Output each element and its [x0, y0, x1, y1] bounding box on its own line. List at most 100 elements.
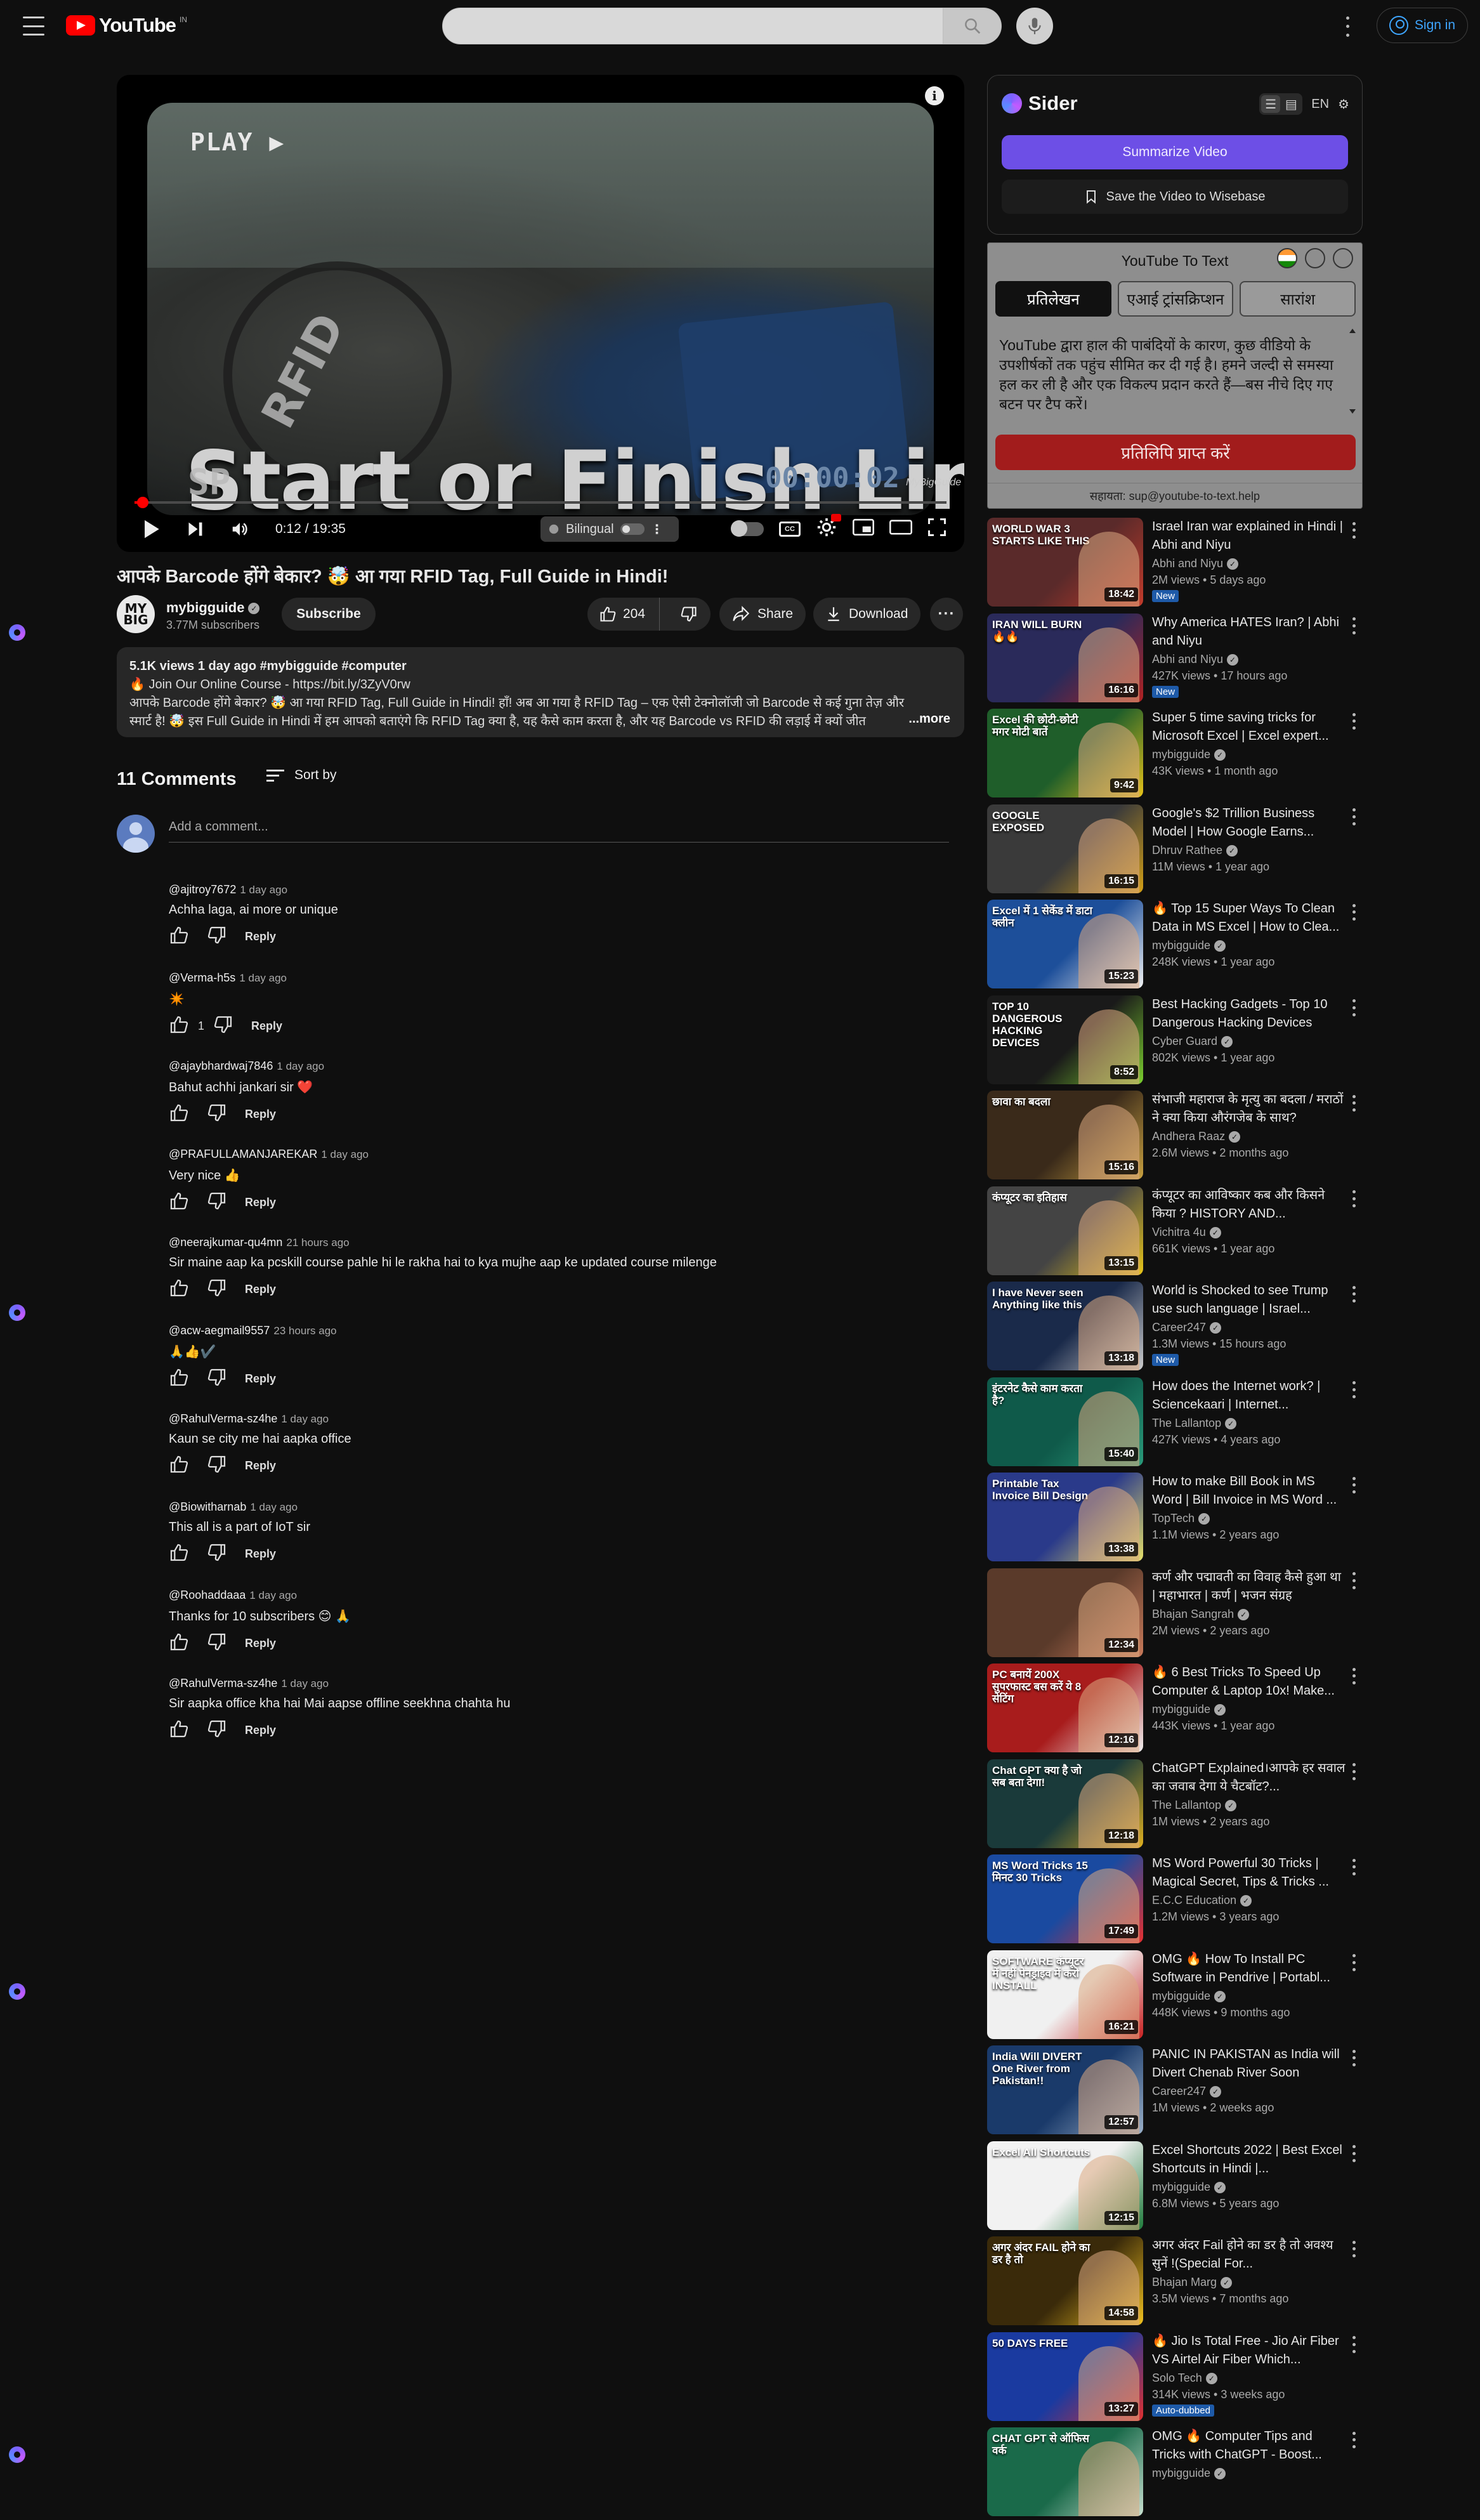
autoplay-toggle[interactable] [731, 520, 764, 537]
settings-button[interactable] [816, 514, 841, 542]
recommended-video[interactable]: SOFTWARE कंप्यूटर में नहीं पेनड्राइव में… [987, 1950, 1480, 2043]
comment-reply-button[interactable]: Reply [245, 930, 276, 943]
comment-reply-button[interactable]: Reply [245, 1283, 276, 1296]
recommended-channel[interactable]: Abhi and Niyu ✓ [1152, 653, 1239, 666]
recommended-video[interactable]: Excel की छोटी-छोटी मगर मोटी बातें 9:42 Sup… [987, 709, 1480, 801]
dislike-button[interactable] [667, 598, 711, 631]
recommended-title[interactable]: Google's $2 Trillion Business Model | Ho… [1152, 804, 1346, 841]
video-thumbnail[interactable]: I have Never seen Anything like this 13:1… [987, 1282, 1143, 1370]
video-thumbnail[interactable]: GOOGLE EXPOSED 16:15 [987, 804, 1143, 893]
comment-reply-button[interactable]: Reply [251, 1020, 282, 1033]
recommended-video[interactable]: कंप्यूटर का इतिहास 13:15 कंप्यूटर का आविष्… [987, 1186, 1480, 1279]
tab-ai-transcription[interactable]: एआई ट्रांसक्रिप्शन [1117, 281, 1234, 317]
recommended-channel[interactable]: Bhajan Marg ✓ [1152, 2276, 1233, 2289]
video-thumbnail[interactable]: छावा का बदला 15:16 [987, 1091, 1143, 1179]
channel-name[interactable]: mybigguide ✓ [166, 600, 260, 616]
recommended-title[interactable]: How to make Bill Book in MS Word | Bill … [1152, 1473, 1346, 1509]
video-options-icon[interactable] [1347, 520, 1360, 541]
recommended-title[interactable]: 🔥 Top 15 Super Ways To Clean Data in MS … [1152, 900, 1346, 936]
video-options-icon[interactable] [1347, 616, 1360, 636]
comment-author[interactable]: @acw-aegmail9557 [169, 1324, 270, 1337]
video-options-icon[interactable] [1347, 807, 1360, 827]
sider-floating-icon[interactable] [9, 624, 25, 641]
comment-like-button[interactable] [169, 1367, 189, 1391]
recommended-video[interactable]: WORLD WAR 3 STARTS LIKE THIS 18:42 Israel … [987, 518, 1480, 610]
download-button[interactable]: Download [813, 598, 921, 631]
fullscreen-button[interactable] [927, 518, 946, 541]
video-options-icon[interactable] [1347, 902, 1360, 922]
theater-mode-button[interactable] [889, 519, 912, 539]
recommended-channel[interactable]: Cyber Guard ✓ [1152, 1035, 1233, 1048]
summarize-video-button[interactable]: Summarize Video [1002, 135, 1348, 169]
recommended-channel[interactable]: Dhruv Rathee ✓ [1152, 844, 1238, 857]
voice-search-button[interactable] [1016, 8, 1053, 44]
comment-like-button[interactable] [169, 1014, 189, 1038]
recommended-title[interactable]: OMG 🔥 Computer Tips and Tricks with Chat… [1152, 2427, 1346, 2464]
youtube-logo[interactable]: YouTube IN [66, 14, 187, 37]
comment-like-button[interactable] [169, 1191, 189, 1214]
recommended-title[interactable]: OMG 🔥 How To Install PC Software in Pend… [1152, 1950, 1346, 1987]
video-options-icon[interactable] [1347, 1475, 1360, 1495]
save-to-wisebase-button[interactable]: Save the Video to Wisebase [1002, 180, 1348, 214]
recommended-channel[interactable]: TopTech ✓ [1152, 1512, 1210, 1525]
recommended-video[interactable]: 50 DAYS FREE 13:27 🔥 Jio Is Total Free - J… [987, 2332, 1480, 2425]
comment-dislike-button[interactable] [207, 1103, 227, 1126]
video-options-icon[interactable] [1347, 1380, 1360, 1400]
info-icon[interactable]: i [925, 86, 944, 105]
comment-reply-button[interactable]: Reply [245, 1724, 276, 1737]
video-thumbnail[interactable]: 12:34 [987, 1568, 1143, 1657]
progress-bar[interactable] [134, 497, 946, 508]
sider-floating-icon[interactable] [9, 2446, 25, 2463]
recommended-channel[interactable]: Career247 ✓ [1152, 1321, 1222, 1334]
menu-icon[interactable] [23, 16, 44, 36]
comment-time[interactable]: 1 day ago [281, 1413, 329, 1425]
recommended-video[interactable]: IRAN WILL BURN 🔥🔥 16:16 Why America HATES … [987, 613, 1480, 706]
recommended-video[interactable]: I have Never seen Anything like this 13:1… [987, 1282, 1480, 1374]
comment-time[interactable]: 1 day ago [239, 972, 287, 984]
video-thumbnail[interactable]: MS Word Tricks 15 मिनट 30 Tricks 17:49 [987, 1854, 1143, 1943]
eye-icon[interactable] [1305, 248, 1325, 268]
video-options-icon[interactable] [1347, 1093, 1360, 1113]
add-comment-input[interactable]: Add a comment... [169, 817, 949, 843]
comment-reply-button[interactable]: Reply [245, 1372, 276, 1386]
comment-author[interactable]: @RahulVerma-sz4he [169, 1412, 277, 1425]
bilingual-more-icon[interactable]: ⋮ [651, 522, 664, 537]
recommended-channel[interactable]: Bhajan Sangrah ✓ [1152, 1608, 1250, 1621]
recommended-channel[interactable]: The Lallantop ✓ [1152, 1799, 1237, 1812]
recommended-video[interactable]: CHAT GPT से ऑफिस वर्क OMG 🔥 Computer Tips… [987, 2427, 1480, 2520]
video-thumbnail[interactable]: CHAT GPT से ऑफिस वर्क [987, 2427, 1143, 2516]
video-options-icon[interactable] [1347, 1666, 1360, 1686]
recommended-video[interactable]: 12:34 कर्ण और पद्मावती का विवाह कैसे हुआ … [987, 1568, 1480, 1661]
comment-dislike-button[interactable] [213, 1014, 233, 1038]
video-options-icon[interactable] [1347, 1857, 1360, 1877]
recommended-title[interactable]: PANIC IN PAKISTAN as India will Divert C… [1152, 2045, 1346, 2082]
recommended-title[interactable]: अगर अंदर Fail होने का डर है तो अवश्य सुन… [1152, 2236, 1346, 2273]
video-thumbnail[interactable]: 50 DAYS FREE 13:27 [987, 2332, 1143, 2421]
recommended-video[interactable]: Excel में 1 सेकेंड में डाटा क्लीन 15:23 🔥 … [987, 900, 1480, 992]
progress-scrubber[interactable] [137, 497, 149, 508]
video-options-icon[interactable] [1347, 1284, 1360, 1304]
captions-button[interactable]: CC [779, 522, 801, 537]
recommended-video[interactable]: GOOGLE EXPOSED 16:15 Google's $2 Trillion … [987, 804, 1480, 897]
comment-time[interactable]: 21 hours ago [286, 1237, 349, 1249]
comment-author[interactable]: @ajaybhardwaj7846 [169, 1060, 273, 1072]
recommended-channel[interactable]: mybigguide ✓ [1152, 2467, 1226, 2480]
comment-author[interactable]: @PRAFULLAMANJAREKAR [169, 1148, 317, 1160]
recommended-video[interactable]: इंटरनेट कैसे काम करता है? 15:40 How does t… [987, 1377, 1480, 1470]
india-flag-icon[interactable] [1277, 248, 1297, 268]
comment-dislike-button[interactable] [207, 925, 227, 948]
comment-time[interactable]: 23 hours ago [273, 1325, 336, 1337]
profile-icon[interactable] [1333, 248, 1353, 268]
recommended-channel[interactable]: mybigguide ✓ [1152, 1990, 1226, 2003]
comment-reply-button[interactable]: Reply [245, 1196, 276, 1209]
recommended-title[interactable]: MS Word Powerful 30 Tricks | Magical Sec… [1152, 1854, 1346, 1891]
recommended-title[interactable]: कर्ण और पद्मावती का विवाह कैसे हुआ था | … [1152, 1568, 1346, 1605]
comment-author[interactable]: @Roohaddaaa [169, 1589, 246, 1601]
video-options-icon[interactable] [1347, 2430, 1360, 2450]
comment-reply-button[interactable]: Reply [245, 1459, 276, 1473]
description-more-button[interactable]: ...more [902, 710, 950, 728]
recommended-title[interactable]: Super 5 time saving tricks for Microsoft… [1152, 709, 1346, 745]
recommended-video[interactable]: अगर अंदर FAIL होने का डर है तो 14:58 अगर अ… [987, 2236, 1480, 2329]
comment-like-button[interactable] [169, 925, 189, 948]
sider-floating-icon[interactable] [9, 1304, 25, 1321]
